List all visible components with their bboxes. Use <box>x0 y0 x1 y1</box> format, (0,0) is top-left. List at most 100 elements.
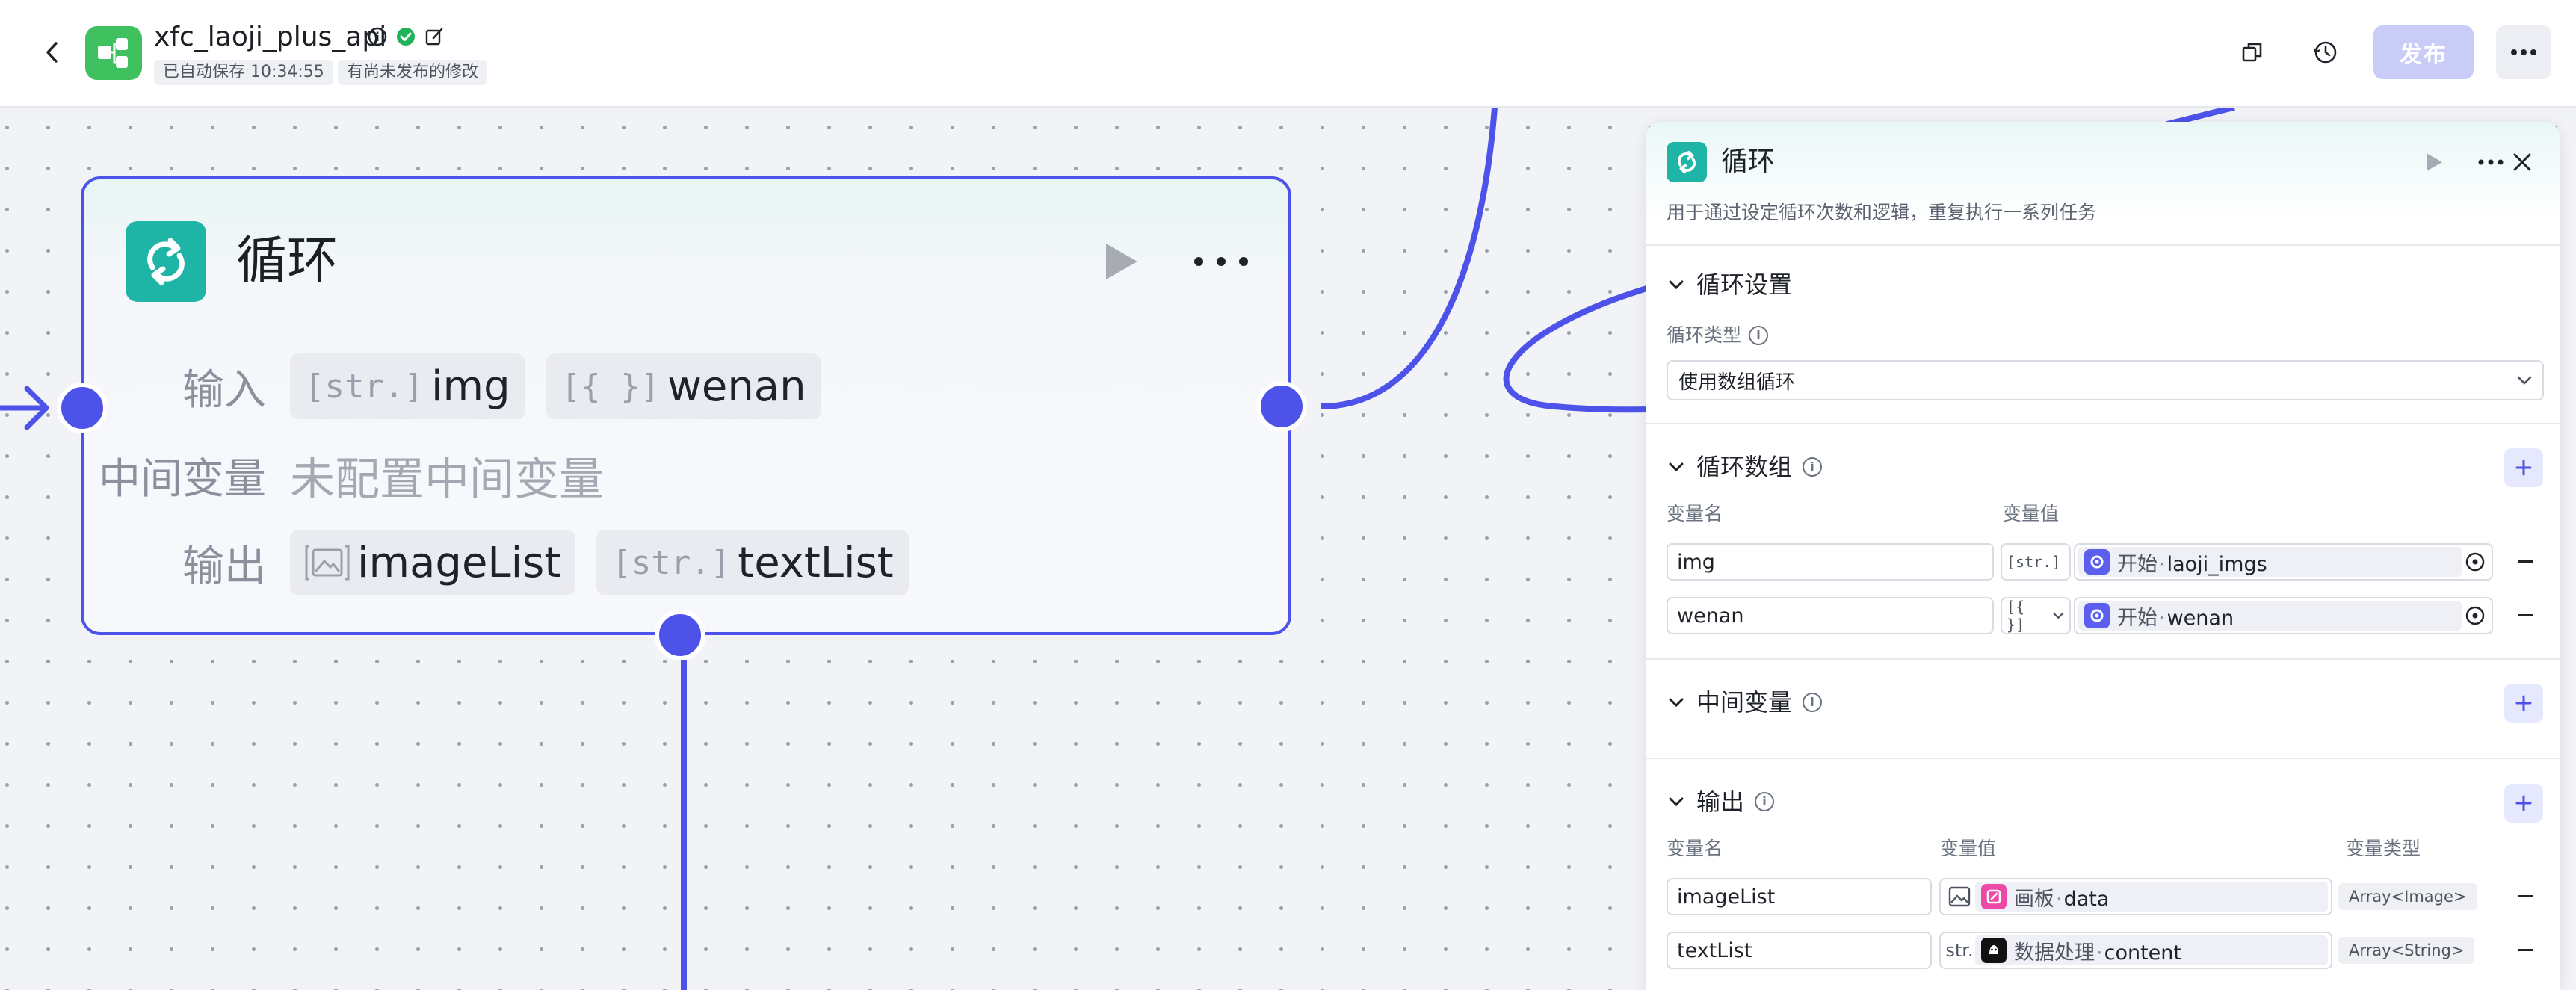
play-icon <box>1106 244 1137 279</box>
var-type-select[interactable]: [str.] <box>2001 543 2071 581</box>
loop-node[interactable]: 循环 输入 [str.] img [{ }] wenan 中间变量 未配置中间变… <box>81 176 1291 635</box>
connection-line-out <box>1321 108 1498 409</box>
section-title: 中间变量 <box>1696 688 1793 717</box>
section-loop-settings[interactable]: 循环设置 <box>1667 268 1792 301</box>
chevron-left-icon <box>46 42 58 63</box>
history-button[interactable] <box>2308 34 2344 70</box>
node-middle-row: 中间变量 未配置中间变量 <box>84 442 604 509</box>
output-var-chip[interactable]: imageList <box>290 530 576 595</box>
section-title: 输出 <box>1696 788 1745 816</box>
var-name-input[interactable]: imageList <box>1667 878 1932 915</box>
var-ref-input[interactable]: 开始·wenan <box>2074 597 2493 634</box>
play-icon <box>2427 153 2442 171</box>
panel-more-button[interactable] <box>2473 144 2509 180</box>
image-type-icon <box>1944 886 1975 907</box>
node-more-button[interactable] <box>1190 241 1253 282</box>
loop-icon <box>1667 142 1707 182</box>
section-title: 循环数组 <box>1696 453 1793 481</box>
string-type-indicator: str. <box>1945 940 1974 961</box>
copy-icon <box>2242 43 2262 62</box>
var-type-badge: Array<String> <box>2338 937 2475 964</box>
output-var-chip[interactable]: [str.] textList <box>596 530 909 595</box>
variable-target-icon[interactable] <box>2462 602 2489 629</box>
ref-pill: 数据处理·content <box>1975 935 2328 965</box>
type-indicator: [str.] <box>305 367 424 406</box>
variable-target-icon[interactable] <box>2462 548 2489 575</box>
var-ref-input[interactable]: 画板·data <box>1939 878 2332 915</box>
var-ref-input[interactable]: str. 数据处理·content <box>1939 932 2332 969</box>
run-node-button[interactable] <box>1100 241 1142 282</box>
var-name: textList <box>738 538 894 587</box>
output-port[interactable] <box>1256 381 1307 432</box>
node-title: 循环 <box>236 232 339 291</box>
var-name-input[interactable]: wenan <box>1667 597 1994 634</box>
minus-icon <box>2518 895 2533 897</box>
add-middle-var-button[interactable] <box>2504 684 2543 723</box>
more-icon <box>2478 159 2504 165</box>
publish-button[interactable]: 发布 <box>2373 25 2474 79</box>
section-middle-vars[interactable]: 中间变量 i <box>1667 686 1823 719</box>
app-title: xfc_laoji_plus_api <box>154 22 387 52</box>
chevron-down-icon <box>2517 376 2532 385</box>
input-label: 输入 <box>182 365 266 415</box>
canvas-node-icon <box>1981 884 2007 909</box>
back-button[interactable] <box>37 36 67 69</box>
more-options-button[interactable] <box>2496 25 2551 79</box>
var-name-input[interactable]: textList <box>1667 932 1932 969</box>
panel-title: 循环 <box>1721 146 1776 177</box>
autosave-badge: 已自动保存 10:34:55 <box>154 60 333 85</box>
remove-row-button[interactable] <box>2513 938 2537 962</box>
connection-line-loop <box>1503 284 1653 413</box>
unpublished-badge: 有尚未发布的修改 <box>338 60 488 85</box>
image-list-icon <box>305 545 350 581</box>
loop-type-select[interactable]: 使用数组循环 <box>1667 360 2544 400</box>
var-name: imageList <box>357 538 561 587</box>
data-process-node-icon <box>1981 938 2007 963</box>
more-icon <box>1194 257 1248 266</box>
type-indicator: [str.] <box>611 543 731 582</box>
add-loop-array-button[interactable] <box>2504 448 2543 487</box>
chevron-down-icon <box>1667 792 1686 811</box>
info-icon[interactable]: i <box>1755 792 1775 811</box>
input-var-chip[interactable]: [{ }] wenan <box>546 353 821 419</box>
ref-pill: 开始·wenan <box>2078 601 2462 631</box>
copy-button[interactable] <box>2234 34 2270 70</box>
node-input-row: 输入 [str.] img [{ }] wenan <box>84 353 842 420</box>
panel-close-button[interactable] <box>2504 144 2540 180</box>
loop-body-port[interactable] <box>655 610 705 660</box>
input-var-chip[interactable]: [str.] img <box>290 353 525 419</box>
incoming-arrow <box>0 386 49 430</box>
var-name-input[interactable]: img <box>1667 543 1994 581</box>
panel-run-button[interactable] <box>2416 144 2452 180</box>
var-type-select[interactable]: [{ }] <box>2001 597 2071 634</box>
minus-icon <box>2518 949 2533 951</box>
middle-var-label: 中间变量 <box>99 454 266 504</box>
plus-icon <box>2515 460 2532 476</box>
chevron-down-icon <box>2053 612 2064 619</box>
var-name: img <box>430 362 510 411</box>
remove-row-button[interactable] <box>2513 550 2537 574</box>
var-type-badge: Array<Image> <box>2338 883 2477 910</box>
app-icon <box>85 26 142 80</box>
panel-description: 用于通过设定循环次数和逻辑，重复执行一系列任务 <box>1667 202 2097 223</box>
node-output-row: 输出 imageList [str.] textList <box>84 529 930 596</box>
add-output-button[interactable] <box>2504 784 2543 823</box>
chevron-down-icon <box>1667 457 1686 477</box>
remove-row-button[interactable] <box>2513 604 2537 628</box>
info-icon[interactable]: i <box>1749 326 1769 345</box>
start-node-icon <box>2084 549 2110 575</box>
workflow-icon <box>98 38 128 68</box>
middle-var-empty: 未配置中间变量 <box>290 453 604 506</box>
section-loop-array[interactable]: 循环数组 i <box>1667 451 1823 483</box>
var-ref-input[interactable]: 开始·laoji_imgs <box>2074 543 2493 581</box>
node-config-panel: 循环 用于通过设定循环次数和逻辑，重复执行一系列任务 循环设置 循环类型 i 使… <box>1646 122 2560 990</box>
input-port[interactable] <box>57 383 108 433</box>
remove-row-button[interactable] <box>2513 885 2537 909</box>
info-icon[interactable]: i <box>1803 457 1823 477</box>
type-indicator: [{ }] <box>560 367 661 406</box>
info-icon[interactable] <box>368 27 387 46</box>
section-output[interactable]: 输出 i <box>1667 785 1775 818</box>
edit-icon[interactable] <box>424 27 444 46</box>
info-icon[interactable]: i <box>1803 693 1823 712</box>
history-icon <box>2313 41 2337 64</box>
